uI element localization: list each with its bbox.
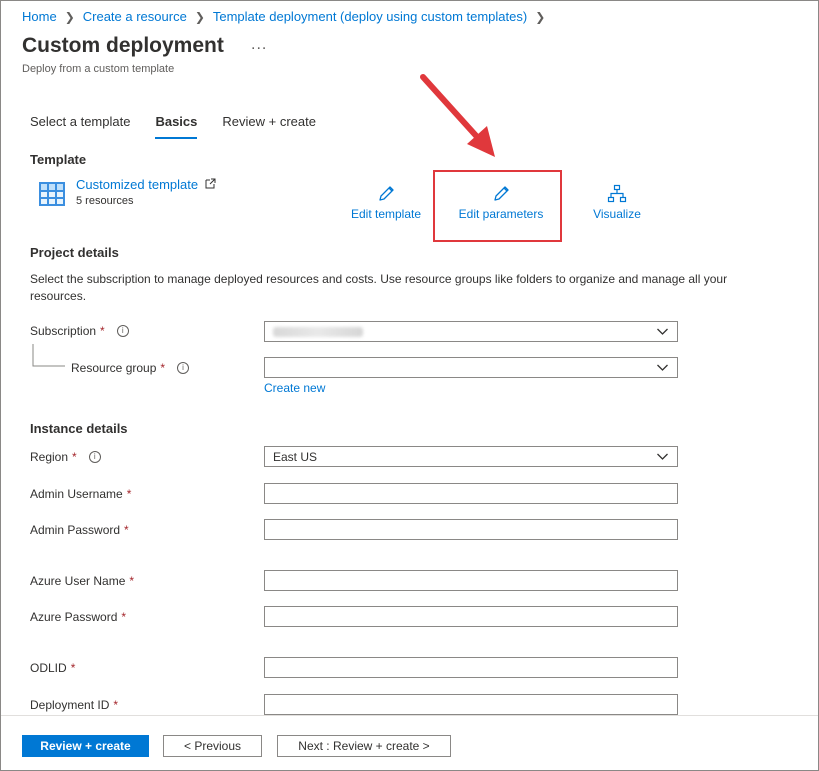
- odlid-label-text: ODLID: [30, 661, 67, 675]
- project-details-description: Select the subscription to manage deploy…: [30, 272, 728, 303]
- required-marker: *: [121, 610, 127, 624]
- tab-basics[interactable]: Basics: [155, 114, 198, 139]
- pencil-icon: [379, 186, 394, 201]
- resource-group-label: Resource group * i: [71, 361, 190, 375]
- portal-frame: Home ❯ Create a resource ❯ Template depl…: [0, 0, 819, 771]
- deployment-id-label: Deployment ID *: [30, 698, 118, 712]
- admin-username-label: Admin Username *: [30, 487, 131, 501]
- chevron-right-icon: ❯: [64, 9, 75, 24]
- resource-group-label-text: Resource group: [71, 361, 157, 375]
- visualize-label: Visualize: [593, 207, 641, 221]
- required-marker: *: [100, 324, 105, 338]
- chevron-right-icon: ❯: [535, 9, 546, 24]
- chevron-right-icon: ❯: [194, 9, 205, 24]
- review-create-button[interactable]: Review + create: [22, 735, 149, 757]
- annotation-highlight-box: [433, 170, 562, 242]
- breadcrumb-home[interactable]: Home: [22, 9, 57, 24]
- instance-details-heading: Instance details: [30, 421, 128, 436]
- tree-connector: [32, 344, 65, 367]
- page-subtitle: Deploy from a custom template: [22, 63, 175, 75]
- required-marker: *: [129, 574, 135, 588]
- customized-template-label: Customized template: [76, 177, 199, 192]
- info-icon[interactable]: i: [88, 451, 101, 463]
- subscription-label-text: Subscription: [30, 324, 97, 338]
- required-marker: *: [70, 661, 76, 675]
- azure-user-name-label: Azure User Name *: [30, 574, 134, 588]
- azure-password-input[interactable]: [264, 606, 678, 627]
- required-marker: *: [160, 361, 166, 375]
- required-marker: *: [72, 450, 77, 464]
- next-review-create-button[interactable]: Next : Review + create >: [277, 735, 451, 757]
- azure-user-name-label-text: Azure User Name: [30, 574, 126, 588]
- wizard-footer: Review + create < Previous Next : Review…: [1, 715, 818, 770]
- template-heading: Template: [30, 152, 87, 167]
- wizard-tabs: Select a template Basics Review + create: [30, 114, 341, 139]
- subscription-value-redacted: [273, 326, 363, 337]
- region-label: Region * i: [30, 450, 101, 464]
- azure-password-label-text: Azure Password: [30, 610, 118, 624]
- required-marker: *: [124, 523, 129, 537]
- breadcrumb-template-deployment[interactable]: Template deployment (deploy using custom…: [213, 9, 527, 24]
- region-label-text: Region: [30, 450, 69, 464]
- region-select[interactable]: East US: [264, 446, 678, 467]
- azure-password-label: Azure Password *: [30, 610, 126, 624]
- chevron-down-icon: [657, 364, 668, 371]
- more-options-icon[interactable]: ...: [251, 36, 267, 54]
- admin-password-label-text: Admin Password: [30, 523, 121, 537]
- subscription-label: Subscription * i: [30, 324, 129, 338]
- breadcrumb: Home ❯ Create a resource ❯ Template depl…: [22, 9, 545, 24]
- subscription-select[interactable]: [264, 321, 678, 342]
- template-grid-icon: [39, 182, 65, 206]
- annotation-arrow-icon: [420, 74, 495, 157]
- edit-template-button[interactable]: Edit template: [347, 184, 425, 221]
- azure-user-name-input[interactable]: [264, 570, 678, 591]
- admin-password-input[interactable]: [264, 519, 678, 540]
- admin-username-input[interactable]: [264, 483, 678, 504]
- breadcrumb-create-resource[interactable]: Create a resource: [83, 9, 187, 24]
- info-icon[interactable]: i: [177, 362, 190, 374]
- external-link-icon: [205, 178, 216, 189]
- hierarchy-icon: [607, 184, 627, 203]
- tab-select-template[interactable]: Select a template: [30, 114, 130, 139]
- tab-review-create[interactable]: Review + create: [222, 114, 316, 139]
- project-details-heading: Project details: [30, 245, 119, 260]
- admin-username-label-text: Admin Username: [30, 487, 123, 501]
- visualize-button[interactable]: Visualize: [589, 184, 645, 221]
- info-icon[interactable]: i: [116, 325, 129, 337]
- admin-password-label: Admin Password *: [30, 523, 129, 537]
- template-resource-count: 5 resources: [76, 195, 134, 207]
- deployment-id-label-text: Deployment ID: [30, 698, 110, 712]
- customized-template-link[interactable]: Customized template: [76, 177, 216, 192]
- region-value: East US: [273, 449, 318, 464]
- edit-template-label: Edit template: [350, 207, 422, 221]
- required-marker: *: [113, 698, 119, 712]
- create-new-link[interactable]: Create new: [264, 381, 325, 395]
- chevron-down-icon: [657, 328, 668, 335]
- chevron-down-icon: [657, 453, 668, 460]
- resource-group-select[interactable]: [264, 357, 678, 378]
- required-marker: *: [126, 487, 132, 501]
- odlid-label: ODLID *: [30, 661, 75, 675]
- page-title: Custom deployment: [22, 34, 224, 57]
- deployment-id-input[interactable]: [264, 694, 678, 715]
- odlid-input[interactable]: [264, 657, 678, 678]
- previous-button[interactable]: < Previous: [163, 735, 262, 757]
